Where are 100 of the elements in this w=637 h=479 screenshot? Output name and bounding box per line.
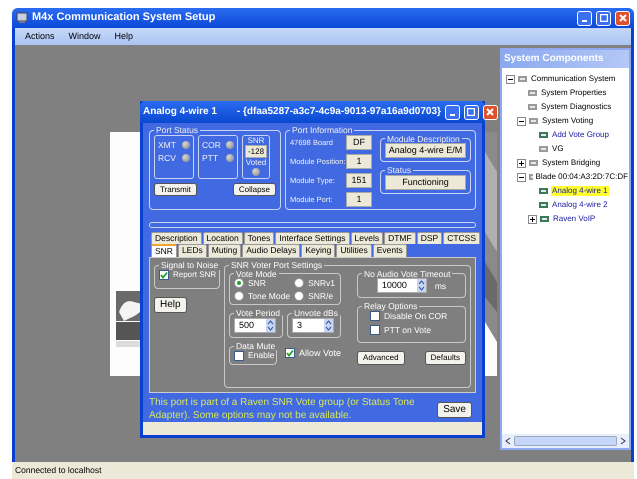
status-text: Connected to localhost xyxy=(12,462,634,479)
menu-item[interactable]: Window xyxy=(68,31,101,42)
group-title: Signal to Noise xyxy=(160,261,220,270)
menu-item[interactable]: Actions xyxy=(25,31,55,42)
tree-item[interactable]: System Properties xyxy=(540,88,608,98)
collapse-icon[interactable] xyxy=(506,74,515,84)
checkbox[interactable] xyxy=(284,348,295,358)
tree-item[interactable]: Raven VoIP xyxy=(552,214,596,224)
tree-item[interactable]: System Voting xyxy=(541,116,594,126)
radio-label: Tone Mode xyxy=(248,291,290,302)
save-button[interactable]: Save xyxy=(437,402,472,418)
collapse-icon[interactable] xyxy=(517,116,526,126)
button[interactable]: Advanced xyxy=(357,350,405,365)
indicator-label: COR xyxy=(202,140,222,150)
field-value: Functioning xyxy=(385,174,466,190)
tree-item[interactable]: System Diagnostics xyxy=(540,102,612,112)
tab[interactable]: Levels xyxy=(350,232,384,244)
status-led xyxy=(226,140,234,149)
tab[interactable]: DTMF xyxy=(384,232,416,244)
node-icon xyxy=(538,186,549,196)
field-value: DF xyxy=(346,134,372,150)
minimize-button[interactable] xyxy=(444,104,460,120)
tab[interactable]: DSP xyxy=(416,232,442,244)
checkbox[interactable] xyxy=(234,350,244,361)
number-spinner[interactable]: 3 xyxy=(292,318,334,333)
scroll-left-icon xyxy=(504,437,512,445)
indicator-label: RCV xyxy=(158,152,177,163)
horizontal-scrollbar[interactable] xyxy=(502,434,629,448)
button[interactable]: Collapse xyxy=(232,182,276,196)
tab[interactable]: Tones xyxy=(244,232,274,244)
checkbox-label: Disable On COR xyxy=(384,310,448,321)
voted-label: Voted xyxy=(246,158,266,168)
node-icon xyxy=(527,88,538,98)
field-value: Analog 4-wire E/M xyxy=(385,143,466,158)
collapse-icon[interactable] xyxy=(517,172,526,182)
tree-item[interactable]: Analog 4-wire 1 xyxy=(551,186,609,196)
checkbox[interactable] xyxy=(370,324,380,335)
radio-label: SNRv1 xyxy=(308,278,335,288)
spin-arrows-icon xyxy=(324,318,333,332)
expand-icon[interactable] xyxy=(528,214,537,224)
tab[interactable]: Keying xyxy=(301,244,336,258)
dialog-guid: - {dfaa5287-a3c7-4c9a-9013-97a16a9d0703} xyxy=(236,106,441,118)
tab[interactable]: Description xyxy=(151,232,202,244)
number-spinner[interactable]: 500 xyxy=(234,318,276,333)
tab[interactable]: Audio Delays xyxy=(242,244,300,258)
group-title: Port Information xyxy=(291,126,354,135)
indicator-label: PTT xyxy=(202,152,220,163)
spin-arrows-icon xyxy=(416,279,426,292)
tab[interactable]: Location xyxy=(202,232,243,244)
expand-icon[interactable] xyxy=(517,158,526,168)
tab[interactable]: Events xyxy=(372,244,407,258)
info-message: This port is part of a Raven SNR Vote group (or Status Tone Adapter). Some options may not be available. xyxy=(149,397,416,422)
maximize-icon xyxy=(467,108,476,116)
status-led xyxy=(182,154,190,162)
node-icon xyxy=(527,102,538,112)
tab[interactable]: Muting xyxy=(208,244,242,258)
group-title: Data Mute xyxy=(235,342,276,350)
tree-item[interactable]: Communication System xyxy=(530,74,616,84)
field-value: 1 xyxy=(346,192,372,207)
checkbox-label: Report SNR xyxy=(173,270,216,280)
tree-item[interactable]: Blade 00:04:A3:2D:7C:DF xyxy=(534,172,629,182)
tree-item[interactable]: Analog 4-wire 2 xyxy=(551,200,609,210)
check-icon xyxy=(286,349,294,358)
radio-button[interactable] xyxy=(294,291,304,302)
tab[interactable]: LEDs xyxy=(178,244,207,258)
button[interactable]: Transmit xyxy=(154,182,197,196)
tab[interactable]: CTCSS xyxy=(443,232,480,244)
help-button[interactable]: Help xyxy=(154,296,187,313)
radio-button[interactable] xyxy=(234,278,244,288)
snr-title: SNR xyxy=(248,136,264,146)
node-icon xyxy=(528,172,532,182)
checkbox[interactable] xyxy=(370,310,380,321)
menu-item[interactable]: Help xyxy=(114,31,134,42)
tree-item[interactable]: VG xyxy=(551,144,565,154)
group-title: Port Status xyxy=(155,126,200,135)
button[interactable]: Defaults xyxy=(424,350,466,365)
voted-led xyxy=(252,168,260,176)
radio-button[interactable] xyxy=(294,278,304,288)
radio-label: SNR/e xyxy=(308,291,334,302)
close-button[interactable] xyxy=(482,104,498,120)
node-icon xyxy=(539,214,550,224)
tree-item[interactable]: Add Vote Group xyxy=(551,130,610,140)
group-title: SNR Voter Port Settings xyxy=(230,261,324,270)
group-title: Status xyxy=(386,166,412,175)
minimize-button[interactable] xyxy=(577,10,592,26)
tab[interactable]: SNR xyxy=(151,244,177,258)
node-icon xyxy=(528,158,539,168)
maximize-button[interactable] xyxy=(596,10,611,26)
field-value: 151 xyxy=(346,172,372,188)
checkbox[interactable] xyxy=(159,270,169,280)
radio-button[interactable] xyxy=(234,291,244,302)
tab[interactable]: Interface Settings xyxy=(275,232,350,244)
tree-item[interactable]: System Bridging xyxy=(541,158,602,168)
number-spinner[interactable]: 10000 xyxy=(376,278,427,294)
status-led xyxy=(182,140,190,149)
close-button[interactable] xyxy=(615,10,630,26)
tab[interactable]: Utilities xyxy=(336,244,372,258)
maximize-button[interactable] xyxy=(464,104,479,120)
node-icon xyxy=(538,130,549,140)
scroll-thumb[interactable] xyxy=(514,436,617,446)
